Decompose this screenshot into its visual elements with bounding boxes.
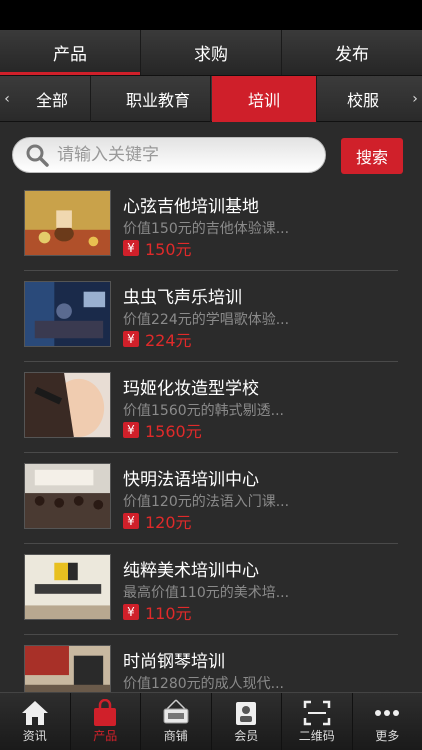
product-desc: 最高价值110元的美术培... (123, 585, 290, 601)
guitar-thumbnail (24, 190, 111, 256)
top-tabs: 产品 求购 发布 (0, 30, 422, 76)
nav-label: 二维码 (298, 729, 335, 743)
shopping-bag-icon (94, 699, 117, 726)
list-item[interactable]: 纯粹美术培训中心 最高价值110元的美术培... ¥110元 (24, 544, 398, 635)
chevron-left-icon[interactable]: ‹ (0, 76, 14, 122)
tab-label: 发布 (335, 45, 369, 65)
status-bar (0, 0, 422, 30)
product-price: ¥1560元 (123, 418, 202, 442)
tab-publish[interactable]: 发布 (282, 30, 422, 75)
makeup-thumbnail (24, 372, 111, 438)
category-training[interactable]: 培训 (212, 76, 317, 122)
french-class-thumbnail (24, 463, 111, 529)
search-box (12, 137, 326, 173)
list-item[interactable]: 时尚钢琴培训 价值1280元的成人现代... (24, 635, 398, 692)
product-desc: 价值120元的法语入门课... (123, 494, 290, 510)
nav-members[interactable]: 会员 (212, 693, 282, 750)
nav-label: 更多 (375, 729, 400, 743)
nav-label: 产品 (93, 729, 118, 743)
art-school-thumbnail (24, 554, 111, 620)
qr-scan-icon (303, 700, 330, 726)
category-uniform[interactable]: 校服 (318, 76, 408, 122)
price-value: 1560元 (145, 422, 202, 441)
nav-products[interactable]: 产品 (71, 693, 141, 750)
yen-icon: ¥ (123, 331, 139, 347)
home-icon (21, 701, 48, 725)
tab-label: 产品 (53, 45, 87, 65)
category-label: 职业教育 (125, 91, 190, 110)
search-input[interactable] (57, 145, 307, 165)
product-title: 时尚钢琴培训 (123, 652, 225, 672)
shop-open-sign-icon (163, 699, 189, 724)
nav-shops[interactable]: 商铺 (141, 693, 212, 750)
price-value: 224元 (145, 331, 192, 350)
member-card-icon (236, 702, 257, 725)
yen-icon: ¥ (123, 513, 139, 529)
product-desc: 价值150元的吉他体验课... (123, 221, 290, 237)
search-icon (26, 144, 49, 167)
product-desc: 价值1560元的韩式剔透... (123, 403, 284, 419)
category-label: 培训 (247, 91, 280, 110)
product-title: 纯粹美术培训中心 (123, 561, 259, 581)
nav-label: 资讯 (22, 729, 47, 743)
price-value: 110元 (145, 604, 192, 623)
category-label: 全部 (35, 91, 68, 110)
product-price: ¥224元 (123, 327, 192, 351)
yen-icon: ¥ (123, 422, 139, 438)
nav-label: 商铺 (163, 729, 188, 743)
list-item[interactable]: 虫虫飞声乐培训 价值224元的学唱歌体验... ¥224元 (24, 271, 398, 362)
tab-purchase[interactable]: 求购 (141, 30, 282, 75)
product-desc: 价值224元的学唱歌体验... (123, 312, 290, 328)
product-title: 快明法语培训中心 (123, 470, 259, 490)
product-price: ¥150元 (123, 236, 192, 260)
tab-label: 求购 (194, 45, 228, 65)
more-dots-icon (375, 710, 400, 716)
nav-news[interactable]: 资讯 (0, 693, 71, 750)
list-item[interactable]: 心弦吉他培训基地 价值150元的吉他体验课... ¥150元 (24, 180, 398, 271)
piano-thumbnail (24, 645, 111, 692)
bottom-nav: 资讯 产品 商铺 会员 二维码 更多 (0, 692, 422, 750)
price-value: 150元 (145, 240, 192, 259)
yen-icon: ¥ (123, 604, 139, 620)
nav-more[interactable]: 更多 (353, 693, 422, 750)
product-title: 玛姬化妆造型学校 (123, 379, 259, 399)
product-list: 心弦吉他培训基地 价值150元的吉他体验课... ¥150元 虫虫飞声乐培训 价… (0, 180, 422, 692)
nav-qrcode[interactable]: 二维码 (282, 693, 353, 750)
product-price: ¥120元 (123, 509, 192, 533)
category-vocational[interactable]: 职业教育 (106, 76, 211, 122)
product-title: 心弦吉他培训基地 (123, 197, 259, 217)
category-tabs: ‹ 全部 职业教育 培训 校服 › (0, 76, 422, 122)
vocal-thumbnail (24, 281, 111, 347)
product-desc: 价值1280元的成人现代... (123, 676, 284, 692)
price-value: 120元 (145, 513, 192, 532)
search-button[interactable]: 搜索 (341, 138, 403, 174)
product-price: ¥110元 (123, 600, 192, 624)
category-all[interactable]: 全部 (14, 76, 91, 122)
list-item[interactable]: 快明法语培训中心 价值120元的法语入门课... ¥120元 (24, 453, 398, 544)
tab-products[interactable]: 产品 (0, 30, 141, 75)
category-label: 校服 (346, 91, 379, 110)
nav-label: 会员 (234, 729, 259, 743)
product-title: 虫虫飞声乐培训 (123, 288, 242, 308)
chevron-right-icon[interactable]: › (408, 76, 422, 122)
list-item[interactable]: 玛姬化妆造型学校 价值1560元的韩式剔透... ¥1560元 (24, 362, 398, 453)
yen-icon: ¥ (123, 240, 139, 256)
